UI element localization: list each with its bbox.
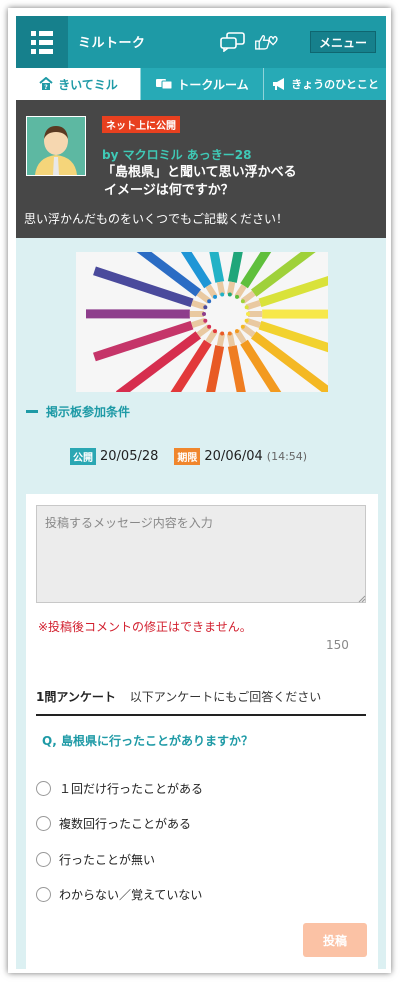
option-label: 複数回行ったことがある xyxy=(59,817,192,831)
header: ミルトーク メニュー xyxy=(16,16,386,68)
tab-bar: ? きいてミル トークルーム きょうのひとこと xyxy=(16,68,386,100)
conditions-label: 掲示板参加条件 xyxy=(46,405,131,419)
question-house-icon: ? xyxy=(39,77,53,91)
char-count: 150 xyxy=(326,638,349,652)
topic-prompt: 思い浮かんだものをいくつでもご記載ください！ xyxy=(24,212,289,226)
survey-option[interactable]: わからない／覚えていない xyxy=(36,886,202,903)
survey-option[interactable]: 行ったことが無い xyxy=(36,851,155,868)
option-label: 行ったことが無い xyxy=(59,853,156,867)
collapse-icon xyxy=(26,410,38,413)
chat-bubbles-icon xyxy=(156,79,173,90)
tab-hitokoto[interactable]: きょうのひとこと xyxy=(263,68,386,100)
topic-panel: ネット上に公開 by マクロミル あっきー28 「島根県」と聞いて思い浮かべる … xyxy=(16,100,386,238)
hamburger-menu-button[interactable] xyxy=(16,16,68,68)
question-line: 「島根県」と聞いて思い浮かべる xyxy=(102,165,297,180)
svg-text:?: ? xyxy=(44,84,48,91)
question-line: イメージは何ですか？ xyxy=(104,183,234,198)
phone-frame: ミルトーク メニュー ? きいてミル トークルーム きょうのひとこと ネット上に… xyxy=(8,8,391,973)
date-info: 公開 20/05/28 期限 20/06/04 (14:54) xyxy=(70,448,307,465)
menu-button[interactable]: メニュー xyxy=(310,31,376,53)
public-badge: ネット上に公開 xyxy=(102,116,180,133)
survey-option[interactable]: １回だけ行ったことがある xyxy=(36,780,203,797)
survey-header: 1問アンケート 以下アンケートにもご回答ください xyxy=(36,688,366,716)
post-form: 投稿するメッセージ内容を入力 ※投稿後コメントの修正はできません。 150 1問… xyxy=(26,494,378,969)
tab-label: トークルーム xyxy=(177,77,249,92)
message-input[interactable]: 投稿するメッセージ内容を入力 xyxy=(36,505,366,603)
survey-title: 1問アンケート xyxy=(36,690,116,704)
limit-time: (14:54) xyxy=(266,450,308,463)
logo[interactable]: ミルトーク xyxy=(78,32,146,51)
radio-button[interactable] xyxy=(36,887,51,902)
tab-kiitemiru[interactable]: ? きいてミル xyxy=(16,68,140,100)
avatar xyxy=(26,116,86,176)
limit-tag: 期限 xyxy=(174,448,201,465)
tab-label: きいてミル xyxy=(58,77,118,92)
option-label: わからない／覚えていない xyxy=(59,888,203,902)
limit-date: 20/06/04 xyxy=(204,449,263,464)
user-avatar-icon xyxy=(27,117,85,175)
tab-talkroom[interactable]: トークルーム xyxy=(140,68,263,100)
survey-subtitle: 以下アンケートにもご回答ください xyxy=(129,690,322,704)
tab-label: きょうのひとこと xyxy=(291,78,379,91)
survey-question: Q, 島根県に行ったことがありますか？ xyxy=(42,734,253,748)
survey-option[interactable]: 複数回行ったことがある xyxy=(36,815,191,832)
public-tag: 公開 xyxy=(70,448,96,465)
participation-conditions-toggle[interactable]: 掲示板参加条件 xyxy=(26,403,130,420)
radio-button[interactable] xyxy=(36,852,51,867)
resize-handle-icon[interactable] xyxy=(358,595,366,603)
colored-pencils-image xyxy=(76,252,328,392)
author-byline[interactable]: by マクロミル あっきー28 xyxy=(102,146,251,163)
radio-button[interactable] xyxy=(36,781,51,796)
app: ミルトーク メニュー ? きいてミル トークルーム きょうのひとこと ネット上に… xyxy=(16,16,386,969)
megaphone-icon xyxy=(273,78,285,90)
submit-button[interactable]: 投稿 xyxy=(303,923,367,957)
edit-warning: ※投稿後コメントの修正はできません。 xyxy=(38,620,252,634)
chat-bubbles-icon[interactable] xyxy=(220,32,246,52)
thumbs-up-heart-icon[interactable] xyxy=(254,32,280,52)
public-date: 20/05/28 xyxy=(100,449,159,464)
radio-button[interactable] xyxy=(36,816,51,831)
option-label: １回だけ行ったことがある xyxy=(59,782,204,796)
topic-question: 「島根県」と聞いて思い浮かべる イメージは何ですか？ xyxy=(102,164,372,200)
